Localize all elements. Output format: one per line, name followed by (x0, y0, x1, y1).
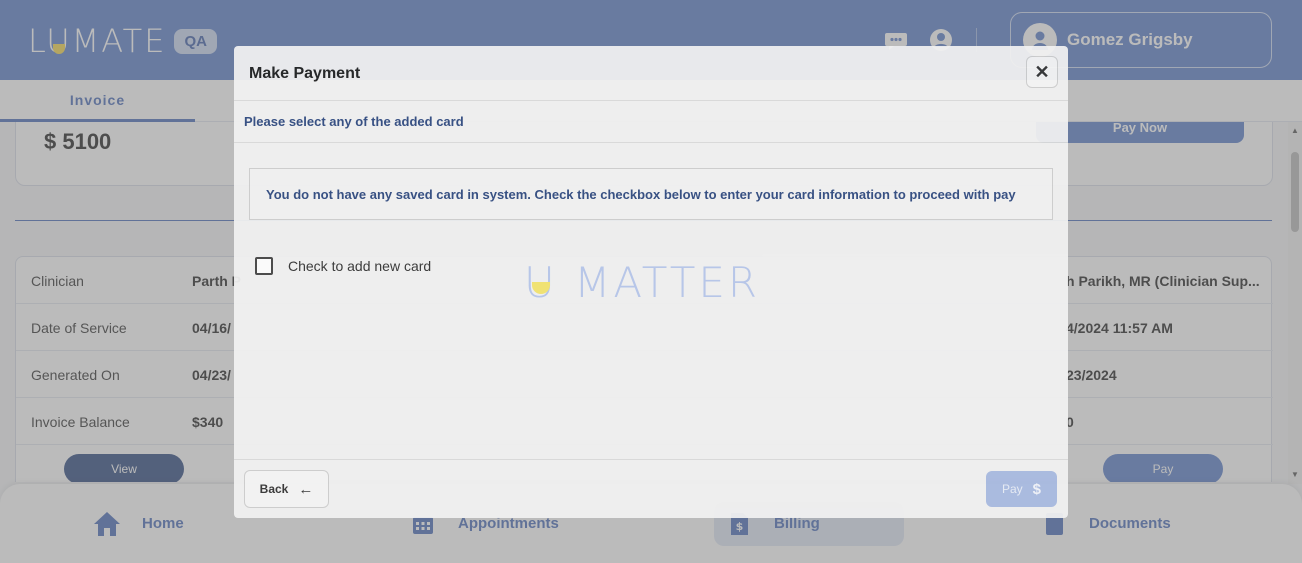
make-payment-modal: Make Payment ✕ Please select any of the … (234, 46, 1068, 518)
pay-label: Pay (1001, 482, 1023, 496)
divider (234, 142, 1068, 143)
modal-subtitle: Please select any of the added card (244, 114, 464, 129)
close-icon: ✕ (1034, 61, 1050, 82)
arrow-left-icon: ← (298, 480, 314, 498)
pay-button[interactable]: Pay $ (986, 471, 1057, 507)
add-new-card-checkbox[interactable] (255, 257, 273, 275)
checkbox-label[interactable]: Check to add new card (288, 258, 431, 274)
back-button[interactable]: Back ← (244, 470, 329, 508)
back-label: Back (259, 482, 289, 496)
dollar-icon: $ (1032, 480, 1042, 498)
close-button[interactable]: ✕ (1026, 56, 1058, 88)
modal-title: Make Payment (249, 65, 361, 82)
no-card-notice: You do not have any saved card in system… (249, 168, 1053, 220)
watermark-logo: U MATTER (524, 258, 761, 307)
divider (234, 459, 1068, 460)
modal-header: Make Payment ✕ (234, 46, 1068, 101)
notice-text: You do not have any saved card in system… (266, 186, 1016, 202)
